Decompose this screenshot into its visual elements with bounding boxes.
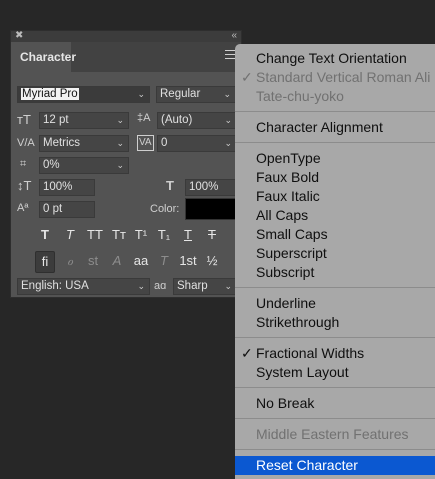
swash-button[interactable]: A	[108, 253, 126, 269]
faux-italic-button[interactable]: T	[61, 227, 79, 243]
menu-separator	[235, 449, 435, 450]
font-size-field[interactable]: 12 pt ⌄	[39, 112, 129, 129]
menu-item-faux-italic[interactable]: Faux Italic	[256, 188, 320, 205]
faux-bold-button[interactable]: T	[36, 227, 54, 243]
chevron-down-icon[interactable]: ⌄	[223, 87, 231, 102]
panel-tab-row: Character	[11, 42, 241, 72]
color-label: Color:	[150, 203, 180, 215]
underline-button[interactable]: T	[179, 227, 197, 243]
menu-item-opentype[interactable]: OpenType	[256, 150, 321, 167]
tab-character[interactable]: Character	[11, 42, 76, 72]
close-icon[interactable]: ✖	[15, 29, 23, 43]
ordinals-button[interactable]: 1st	[177, 253, 199, 269]
font-size-icon: ᴛT	[17, 112, 31, 127]
kerning-field[interactable]: Metrics ⌄	[39, 135, 129, 152]
menu-separator	[235, 142, 435, 143]
menu-item-underline[interactable]: Underline	[256, 295, 316, 312]
check-icon: ✓	[241, 345, 253, 361]
menu-item-tate-chu-yoko: Tate-chu-yoko	[256, 88, 344, 104]
leading-icon: ‡A	[137, 112, 151, 124]
small-caps-button[interactable]: Tт	[108, 227, 130, 243]
language-field[interactable]: English: USA ⌄	[17, 278, 150, 295]
font-size-value: 12 pt	[43, 114, 69, 126]
menu-separator	[235, 387, 435, 388]
horizontal-scale-field[interactable]: 100%	[185, 179, 237, 196]
character-panel: ✖ « Character Myriad Pro ⌄ Regular ⌄ ᴛT …	[10, 30, 242, 298]
menu-item-small-caps[interactable]: Small Caps	[256, 226, 328, 243]
tracking-field[interactable]: 0 ⌄	[157, 135, 237, 152]
tsume-field[interactable]: 0% ⌄	[39, 157, 129, 174]
menu-item-character-alignment[interactable]: Character Alignment	[256, 119, 383, 136]
subscript-button[interactable]: T₁	[155, 227, 173, 243]
font-style-field[interactable]: Regular ⌄	[156, 86, 236, 103]
chevron-down-icon[interactable]: ⌄	[137, 87, 145, 102]
ligatures-button[interactable]: fi	[35, 251, 55, 273]
tracking-value: 0	[161, 137, 168, 149]
strikethrough-button[interactable]: T	[203, 227, 221, 243]
fractions-button[interactable]: ½	[203, 253, 221, 269]
menu-separator	[235, 337, 435, 338]
menu-item-subscript[interactable]: Subscript	[256, 264, 314, 281]
tsume-value: 0%	[43, 159, 60, 171]
character-panel-menu: Change Text Orientation ✓ Standard Verti…	[235, 44, 435, 479]
vertical-scale-value: 100%	[43, 181, 73, 193]
menu-item-change-text-orientation[interactable]: Change Text Orientation	[256, 50, 407, 67]
menu-separator	[235, 287, 435, 288]
stylistic-alternates-button[interactable]: aa	[130, 253, 152, 269]
antialias-field[interactable]: Sharp ⌄	[173, 278, 237, 295]
menu-item-standard-vertical-roman-alignment: Standard Vertical Roman Ali	[256, 69, 431, 85]
menu-item-all-caps[interactable]: All Caps	[256, 207, 308, 224]
menu-item-reset-character-highlight[interactable]: Reset Character	[235, 456, 435, 475]
chevron-down-icon[interactable]: ⌄	[116, 158, 124, 173]
menu-item-superscript[interactable]: Superscript	[256, 245, 327, 262]
leading-value: (Auto)	[161, 114, 193, 126]
panel-titlebar: ✖ «	[11, 29, 241, 43]
vertical-scale-icon: ↕T	[17, 178, 32, 193]
baseline-shift-icon: Aª	[17, 202, 29, 214]
menu-separator	[235, 111, 435, 112]
kerning-value: Metrics	[43, 137, 81, 149]
baseline-shift-field[interactable]: 0 pt	[39, 201, 95, 218]
panel-menu-icon[interactable]	[225, 50, 235, 62]
collapse-icon[interactable]: «	[231, 29, 237, 43]
menu-item-fractional-widths[interactable]: Fractional Widths	[256, 345, 364, 362]
font-family-field[interactable]: Myriad Pro ⌄	[17, 86, 150, 103]
chevron-down-icon[interactable]: ⌄	[137, 279, 145, 294]
chevron-down-icon[interactable]: ⌄	[224, 279, 232, 294]
horizontal-scale-value: 100%	[189, 181, 219, 193]
vertical-scale-field[interactable]: 100%	[39, 179, 95, 196]
discretionary-ligatures-button[interactable]: st	[84, 253, 102, 269]
kerning-icon: V/A	[17, 137, 35, 149]
baseline-shift-value: 0 pt	[43, 203, 63, 215]
chevron-down-icon[interactable]: ⌄	[116, 113, 124, 128]
antialias-icon: aɑ	[154, 280, 167, 292]
horizontal-scale-icon: T	[166, 178, 174, 193]
menu-separator	[235, 418, 435, 419]
chevron-down-icon[interactable]: ⌄	[116, 136, 124, 151]
superscript-button[interactable]: T¹	[132, 227, 150, 243]
font-family-value: Myriad Pro	[21, 88, 79, 100]
menu-item-faux-bold[interactable]: Faux Bold	[256, 169, 319, 186]
font-style-value: Regular	[160, 88, 201, 100]
contextual-alternates-button[interactable]: ℴ	[61, 253, 79, 269]
chevron-down-icon[interactable]: ⌄	[224, 113, 232, 128]
menu-item-reset-character[interactable]: Reset Character	[256, 457, 358, 474]
leading-field[interactable]: (Auto) ⌄	[157, 112, 237, 129]
menu-item-middle-eastern-features: Middle Eastern Features	[256, 426, 409, 442]
tracking-icon: VA	[137, 135, 154, 151]
chevron-down-icon[interactable]: ⌄	[224, 136, 232, 151]
language-value: English: USA	[21, 280, 89, 292]
titling-alternates-button[interactable]: T	[155, 253, 173, 269]
check-icon: ✓	[241, 69, 253, 85]
menu-item-strikethrough[interactable]: Strikethrough	[256, 314, 339, 331]
all-caps-button[interactable]: TT	[84, 227, 106, 243]
tsume-icon: ⌗	[20, 158, 27, 170]
color-swatch[interactable]	[185, 198, 239, 220]
antialias-value: Sharp	[177, 280, 208, 292]
menu-item-no-break[interactable]: No Break	[256, 395, 314, 412]
menu-item-system-layout[interactable]: System Layout	[256, 364, 349, 381]
